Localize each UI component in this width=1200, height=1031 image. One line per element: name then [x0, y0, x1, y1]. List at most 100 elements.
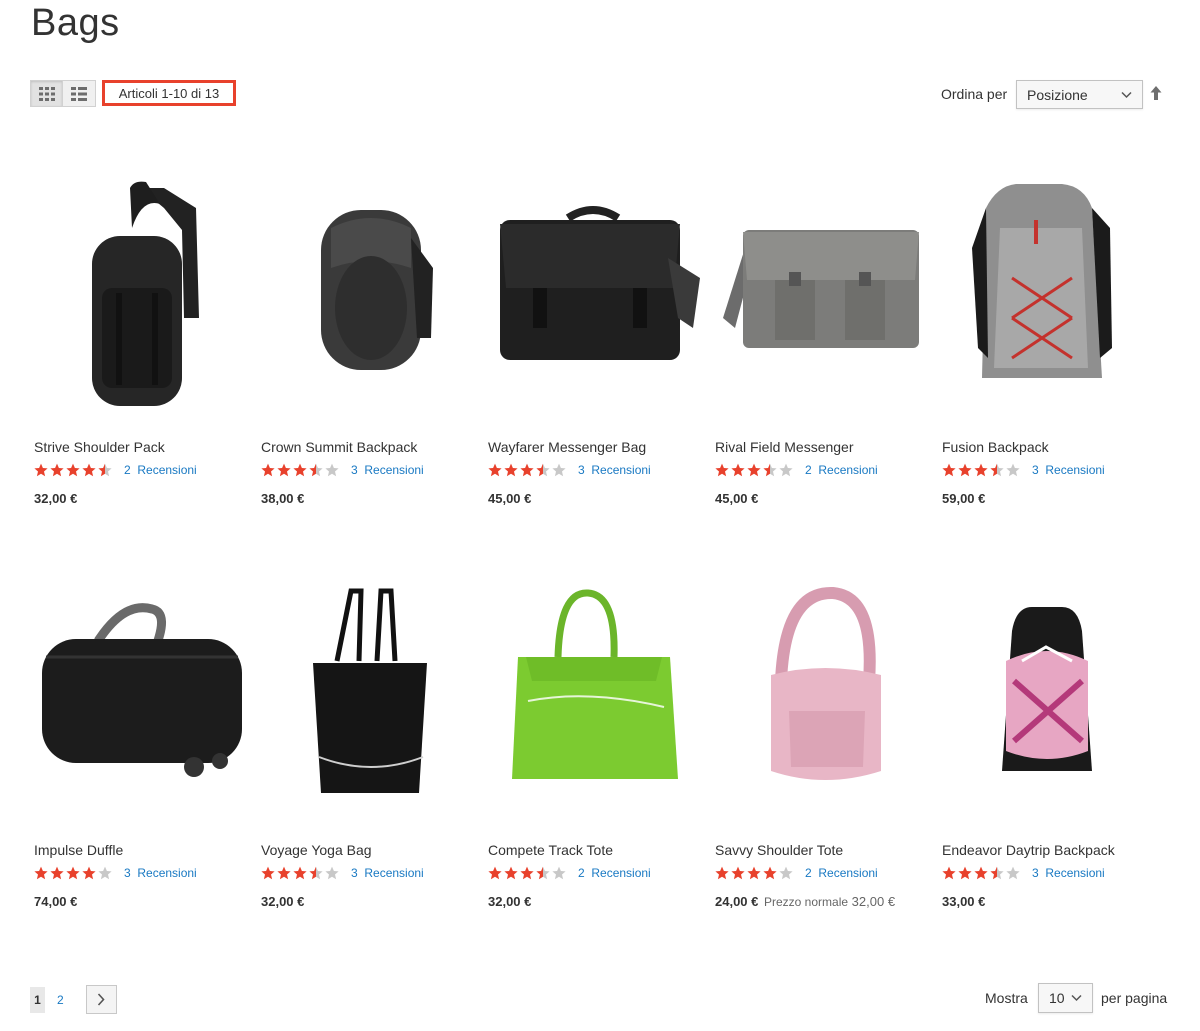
star-icon: [958, 463, 972, 476]
star-icon: [731, 866, 745, 879]
product-photo: [42, 603, 242, 777]
grid-view-button[interactable]: [30, 80, 63, 107]
product-rating: 3 Recensioni: [34, 865, 246, 880]
price: 32,00 €: [488, 894, 532, 909]
product-image-link[interactable]: [34, 571, 246, 833]
star-icon: [293, 463, 307, 476]
product-image-link[interactable]: [942, 168, 1154, 430]
rating-stars: [942, 866, 1022, 880]
star-icon: [50, 866, 64, 879]
product-item: Endeavor Daytrip Backpack 3 Recensioni 3…: [942, 571, 1154, 909]
product-name[interactable]: Savvy Shoulder Tote: [715, 841, 927, 859]
price-box: 32,00 €: [261, 894, 473, 909]
reviews-link[interactable]: 2 Recensioni: [578, 866, 651, 880]
product-photo: [1002, 607, 1092, 771]
star-icon: [82, 463, 96, 476]
star-icon: [536, 463, 550, 476]
price-box: 45,00 €: [715, 491, 927, 506]
page-link-2[interactable]: 2: [57, 993, 64, 1007]
star-icon: [293, 866, 307, 879]
limiter-select[interactable]: 10: [1038, 983, 1093, 1013]
product-image-link[interactable]: [488, 571, 700, 833]
rating-stars: [715, 866, 795, 880]
product-image-link[interactable]: [488, 168, 700, 430]
product-item: Strive Shoulder Pack 2 Recensioni 32,00 …: [34, 168, 246, 506]
product-item: Impulse Duffle 3 Recensioni 74,00 €: [34, 571, 246, 909]
reviews-link[interactable]: 2 Recensioni: [124, 463, 197, 477]
reviews-link[interactable]: 3 Recensioni: [1032, 866, 1105, 880]
rating-stars: [488, 463, 568, 477]
star-icon: [98, 463, 112, 476]
star-icon: [942, 463, 956, 476]
price-box: 32,00 €: [488, 894, 700, 909]
next-page-button[interactable]: [85, 985, 117, 1014]
product-name[interactable]: Endeavor Daytrip Backpack: [942, 841, 1154, 859]
product-image-link[interactable]: [34, 168, 246, 430]
product-name[interactable]: Fusion Backpack: [942, 438, 1154, 456]
product-image-link[interactable]: [942, 571, 1154, 833]
product-name[interactable]: Impulse Duffle: [34, 841, 246, 859]
chevron-down-icon: [1121, 91, 1132, 98]
product-photo: [500, 206, 700, 360]
old-price: 32,00 €: [851, 894, 896, 909]
star-icon: [309, 866, 323, 879]
product-photo: [512, 589, 678, 779]
reviews-link[interactable]: 3 Recensioni: [578, 463, 651, 477]
star-icon: [277, 463, 291, 476]
reviews-link[interactable]: 3 Recensioni: [351, 463, 424, 477]
star-icon: [261, 866, 275, 879]
price: 45,00 €: [488, 491, 532, 506]
star-icon: [325, 866, 339, 879]
star-icon: [974, 463, 988, 476]
special-price: 24,00 €: [715, 894, 759, 909]
star-icon: [34, 463, 48, 476]
toolbar-amount: Articoli 1-10 di 13: [102, 80, 236, 106]
product-name[interactable]: Voyage Yoga Bag: [261, 841, 473, 859]
price-box: 74,00 €: [34, 894, 246, 909]
price: 59,00 €: [942, 491, 986, 506]
star-icon: [520, 866, 534, 879]
product-image-link[interactable]: [261, 571, 473, 833]
sort-direction-arrow-icon[interactable]: [1150, 85, 1162, 101]
product-photo: [321, 210, 433, 370]
star-icon: [34, 866, 48, 879]
star-icon: [504, 866, 518, 879]
product-name[interactable]: Strive Shoulder Pack: [34, 438, 246, 456]
product-name[interactable]: Wayfarer Messenger Bag: [488, 438, 700, 456]
product-name[interactable]: Compete Track Tote: [488, 841, 700, 859]
star-icon: [66, 463, 80, 476]
product-rating: 2 Recensioni: [34, 462, 246, 477]
product-name[interactable]: Rival Field Messenger: [715, 438, 927, 456]
rating-stars: [261, 463, 341, 477]
star-icon: [779, 463, 793, 476]
price-box: 59,00 €: [942, 491, 1154, 506]
list-view-button[interactable]: [63, 80, 96, 107]
reviews-link[interactable]: 2 Recensioni: [805, 866, 878, 880]
reviews-link[interactable]: 3 Recensioni: [351, 866, 424, 880]
product-item: Compete Track Tote 2 Recensioni 32,00 €: [488, 571, 700, 909]
product-image-link[interactable]: [715, 168, 927, 430]
star-icon: [715, 866, 729, 879]
star-icon: [1006, 463, 1020, 476]
reviews-link[interactable]: 3 Recensioni: [1032, 463, 1105, 477]
star-icon: [82, 866, 96, 879]
star-icon: [763, 866, 777, 879]
sort-select-value: Posizione: [1027, 86, 1088, 103]
product-rating: 3 Recensioni: [488, 462, 700, 477]
limiter-suffix: per pagina: [1101, 990, 1168, 1006]
reviews-link[interactable]: 2 Recensioni: [805, 463, 878, 477]
star-icon: [66, 866, 80, 879]
product-image-link[interactable]: [715, 571, 927, 833]
product-item: Crown Summit Backpack 3 Recensioni 38,00…: [261, 168, 473, 506]
rating-stars: [715, 463, 795, 477]
product-rating: 3 Recensioni: [261, 865, 473, 880]
reviews-link[interactable]: 3 Recensioni: [124, 866, 197, 880]
sort-select[interactable]: Posizione: [1016, 80, 1143, 109]
product-rating: 2 Recensioni: [715, 462, 927, 477]
star-icon: [552, 463, 566, 476]
product-name[interactable]: Crown Summit Backpack: [261, 438, 473, 456]
price: 38,00 €: [261, 491, 305, 506]
product-image-link[interactable]: [261, 168, 473, 430]
star-icon: [536, 866, 550, 879]
limiter-label: Mostra: [985, 990, 1028, 1006]
